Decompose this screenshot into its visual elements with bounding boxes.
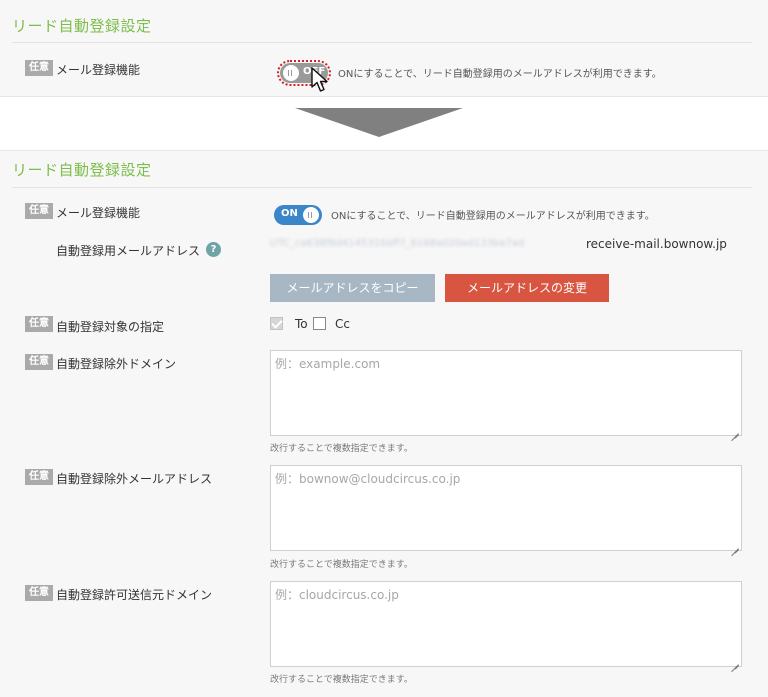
exclude-address-label: 自動登録除外メールアドレス bbox=[56, 472, 213, 486]
cc-label: Cc bbox=[335, 317, 350, 331]
optional-badge: 任意 bbox=[25, 203, 53, 219]
question-circle-icon[interactable]: ? bbox=[206, 242, 221, 257]
optional-badge: 任意 bbox=[25, 316, 53, 332]
exclude-address-help: 改行することで複数指定できます。 bbox=[270, 560, 413, 570]
resize-handle-icon[interactable] bbox=[731, 657, 739, 665]
resize-handle-icon[interactable] bbox=[731, 541, 739, 549]
section-title: リード自動登録設定 bbox=[12, 17, 152, 35]
mail-domain: receive-mail.bownow.jp bbox=[586, 237, 727, 251]
optional-badge: 任意 bbox=[25, 354, 53, 370]
title-divider bbox=[12, 42, 752, 43]
settings-panel-before: リード自動登録設定 任意 メール登録機能 OFF ONにすることで、リード自動登… bbox=[0, 0, 768, 97]
mouse-pointer-icon bbox=[311, 67, 328, 92]
allow-sender-domain-label: 自動登録許可送信元ドメイン bbox=[56, 588, 213, 602]
down-arrow-icon bbox=[295, 108, 463, 137]
exclude-address-input[interactable] bbox=[270, 465, 742, 551]
mail-registration-label: メール登録機能 bbox=[56, 63, 141, 77]
mail-registration-toggle[interactable]: ON bbox=[274, 205, 322, 225]
change-address-button[interactable]: メールアドレスの変更 bbox=[445, 274, 609, 302]
copy-address-button[interactable]: メールアドレスをコピー bbox=[270, 274, 435, 302]
title-divider bbox=[12, 187, 752, 188]
cc-checkbox[interactable] bbox=[313, 317, 326, 330]
mail-registration-label: メール登録機能 bbox=[56, 206, 141, 220]
exclude-domain-label: 自動登録除外ドメイン bbox=[56, 357, 177, 371]
registration-target-label: 自動登録対象の指定 bbox=[56, 320, 165, 334]
masked-mail-local-part: UTC_ca638f6d4145310aff7_6168a020ad133ba7… bbox=[270, 238, 525, 249]
allow-sender-domain-input[interactable] bbox=[270, 581, 742, 667]
section-title: リード自動登録設定 bbox=[12, 161, 152, 179]
to-label: To bbox=[295, 317, 308, 331]
resize-handle-icon[interactable] bbox=[731, 426, 739, 434]
optional-badge: 任意 bbox=[25, 585, 53, 601]
optional-badge: 任意 bbox=[25, 469, 53, 485]
toggle-knob bbox=[303, 207, 319, 223]
toggle-hint: ONにすることで、リード自動登録用のメールアドレスが利用できます。 bbox=[331, 211, 655, 222]
toggle-hint: ONにすることで、リード自動登録用のメールアドレスが利用できます。 bbox=[338, 69, 662, 80]
exclude-domain-input[interactable] bbox=[270, 350, 742, 436]
registration-address-label: 自動登録用メールアドレス bbox=[56, 244, 201, 258]
exclude-domain-help: 改行することで複数指定できます。 bbox=[270, 444, 413, 454]
to-checkbox[interactable] bbox=[270, 317, 283, 330]
optional-badge: 任意 bbox=[25, 60, 53, 76]
toggle-state-label: ON bbox=[281, 208, 298, 219]
allow-sender-domain-help: 改行することで複数指定できます。 bbox=[270, 675, 413, 685]
